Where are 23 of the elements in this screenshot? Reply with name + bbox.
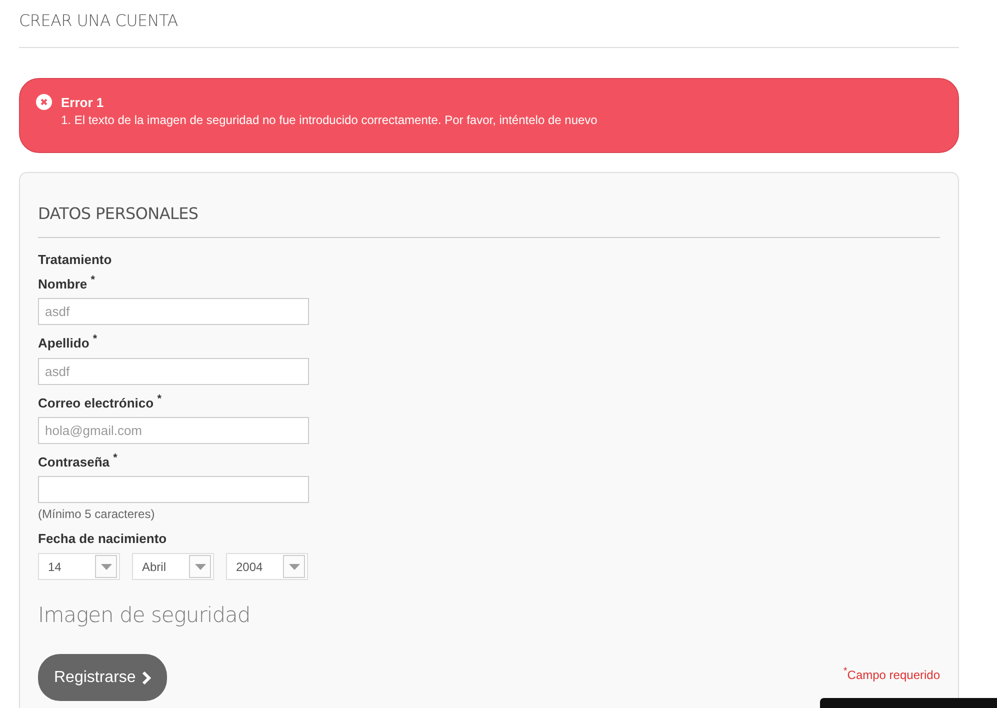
- field-hint: (Mínimo 5 caracteres): [38, 507, 156, 522]
- error-icon: [36, 94, 52, 110]
- error-message: 1. El texto de la imagen de seguridad no fue introducido correctamente. Por favor, inténtelo de nuevo: [60, 113, 598, 127]
- date-select[interactable]: 2004: [226, 553, 308, 580]
- section-heading: Imagen de seguridad: [38, 603, 252, 628]
- date-select[interactable]: 14: [38, 553, 120, 580]
- password-field[interactable]: [38, 476, 309, 504]
- page-title: CREAR UNA CUENTA: [19, 10, 179, 32]
- field-label: Correo electrónico $^{*}$: [38, 392, 162, 410]
- date-select[interactable]: Abril: [132, 553, 214, 580]
- field-label: Apellido $^{*}$: [38, 333, 98, 351]
- dropdown-icon: [288, 564, 300, 570]
- field-label: Tratamiento: [38, 252, 113, 267]
- register-button[interactable]: Registrarse: [38, 654, 167, 702]
- chevron-right-icon: [142, 670, 151, 685]
- dropdown-icon: [100, 564, 112, 570]
- section-title: DATOS PERSONALES: [38, 204, 200, 223]
- required-note: $^{*}$Campo requerido: [843, 666, 940, 682]
- error-title: Error 1: [61, 94, 104, 110]
- field-label: Nombre $^{*}$: [38, 274, 96, 292]
- dropdown-icon: [194, 564, 206, 570]
- field-label: Contraseña $^{*}$: [38, 452, 118, 470]
- field-label: Fecha de nacimiento: [38, 531, 168, 546]
